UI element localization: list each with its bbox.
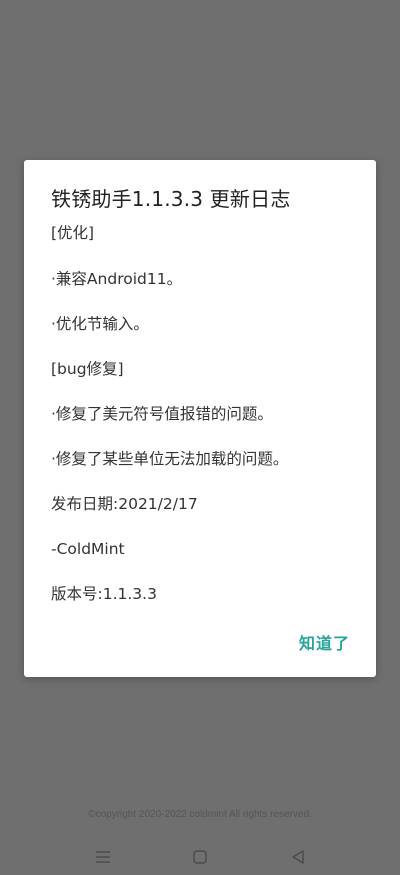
home-icon[interactable] <box>188 848 212 866</box>
dialog-line-bugfix-header: [bug修复] <box>51 360 124 378</box>
copyright-text: ©copyright 2020-2022 coldmint All rights… <box>88 809 312 820</box>
update-log-dialog: 铁锈助手1.1.3.3 更新日志 [优化] ·兼容Android11。 ·优化节… <box>24 160 376 677</box>
dialog-title: 铁锈助手1.1.3.3 更新日志 <box>51 187 291 211</box>
menu-icon[interactable] <box>91 848 115 866</box>
dialog-actions: 知道了 <box>299 630 350 654</box>
dialog-line-release-date: 发布日期:2021/2/17 <box>51 495 198 513</box>
ok-button[interactable]: 知道了 <box>299 634 350 653</box>
back-icon[interactable] <box>286 848 310 866</box>
dialog-line-dollar-fix: ·修复了美元符号值报错的问题。 <box>51 405 273 423</box>
dialog-line-unit-fix: ·修复了某些单位无法加载的问题。 <box>51 450 289 468</box>
dialog-line-version: 版本号:1.1.3.3 <box>51 585 157 603</box>
dialog-line-android11: ·兼容Android11。 <box>51 270 183 288</box>
dialog-line-author: -ColdMint <box>51 540 125 558</box>
dialog-line-optimize-header: [优化] <box>51 224 95 242</box>
dialog-line-section-input: ·优化节输入。 <box>51 315 149 333</box>
system-nav-bar <box>0 842 400 872</box>
